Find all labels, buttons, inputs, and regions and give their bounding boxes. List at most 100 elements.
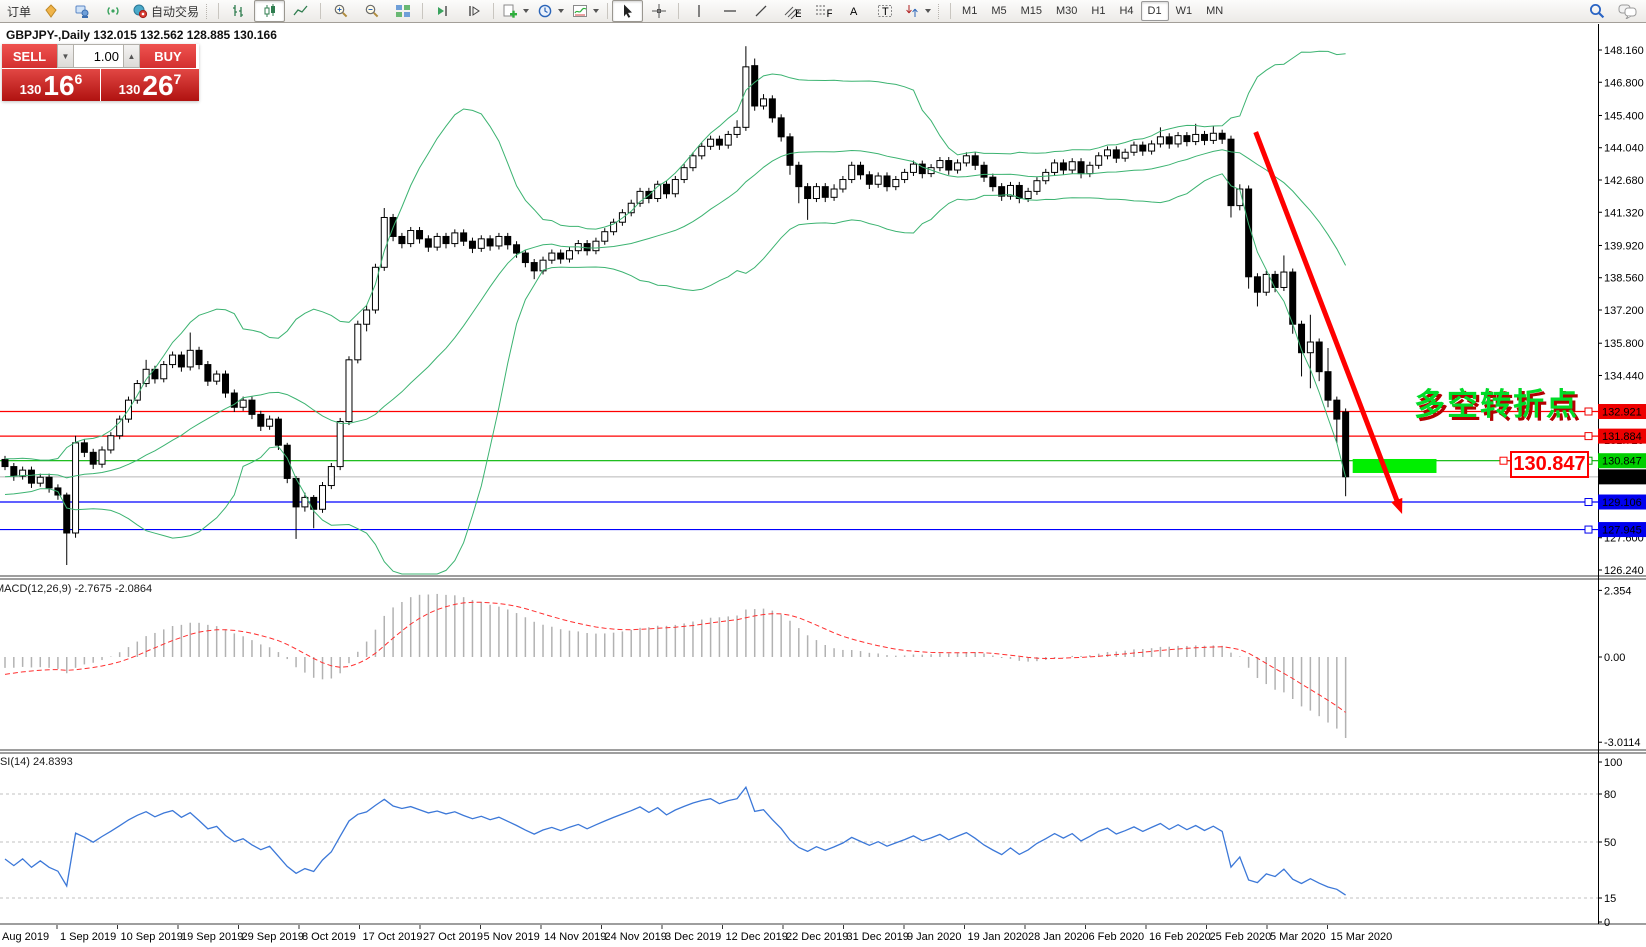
period-clock-button[interactable] — [533, 0, 568, 22]
svg-text:T: T — [882, 6, 889, 18]
chart-canvas[interactable]: 148.160146.800145.400144.040142.680141.3… — [0, 0, 1646, 947]
buy-price-prefix: 130 — [119, 82, 141, 97]
svg-text:9 Jan 2020: 9 Jan 2020 — [907, 931, 961, 943]
arrows-caret-icon — [925, 9, 931, 13]
volume-input[interactable] — [74, 44, 123, 68]
text-tool[interactable]: A — [838, 0, 869, 22]
sell-price-main: 16 — [43, 73, 74, 99]
zoom-in-button[interactable] — [325, 0, 356, 22]
svg-text:0: 0 — [1604, 917, 1610, 929]
svg-text:135.800: 135.800 — [1604, 338, 1644, 350]
svg-text:130.847: 130.847 — [1602, 456, 1642, 468]
timeframe-d1-button[interactable]: D1 — [1141, 1, 1169, 21]
arrows-tool[interactable] — [900, 0, 935, 22]
auto-trade-icon — [132, 3, 148, 19]
main-toolbar: 订单 自动交易 E F A T M1M5M15M30H1H4D1W1MN — [0, 0, 1646, 23]
svg-text:50: 50 — [1604, 837, 1616, 849]
cursor-button[interactable] — [612, 0, 643, 22]
svg-text:-3.0114: -3.0114 — [1604, 737, 1641, 749]
crosshair-button[interactable] — [643, 0, 674, 22]
svg-text:141.320: 141.320 — [1604, 207, 1644, 219]
trendline-tool[interactable] — [745, 0, 776, 22]
svg-text:148.160: 148.160 — [1604, 45, 1644, 57]
rsi-indicator-label: RSI(14) 24.8393 — [0, 756, 73, 768]
timeframe-h1-button[interactable]: H1 — [1084, 1, 1112, 21]
volume-decrease-button[interactable]: ▼ — [57, 44, 74, 68]
buy-price-button[interactable]: 130 26 7 — [101, 69, 199, 101]
horizontal-line-tool[interactable] — [714, 0, 745, 22]
buy-price-sup: 7 — [174, 71, 182, 87]
svg-text:144.040: 144.040 — [1604, 143, 1644, 155]
bar-chart-button[interactable] — [223, 0, 254, 22]
svg-text:F: F — [826, 8, 832, 19]
svg-text:29 Sep 2019: 29 Sep 2019 — [242, 931, 304, 943]
timeframe-m5-button[interactable]: M5 — [984, 1, 1013, 21]
chart-annotation-text[interactable]: 多空转折点 — [1414, 379, 1579, 424]
line-chart-button[interactable] — [285, 0, 316, 22]
volume-increase-button[interactable]: ▲ — [123, 44, 140, 68]
svg-text:Aug 2019: Aug 2019 — [2, 931, 49, 943]
indicators-caret-icon — [593, 9, 599, 13]
svg-text:16 Feb 2020: 16 Feb 2020 — [1149, 931, 1211, 943]
svg-text:137.200: 137.200 — [1604, 305, 1644, 317]
svg-text:15: 15 — [1604, 893, 1616, 905]
svg-text:28 Jan 2020: 28 Jan 2020 — [1028, 931, 1089, 943]
price-level-box[interactable]: 130.847 — [1510, 451, 1589, 478]
svg-text:131.884: 131.884 — [1602, 431, 1642, 443]
account-icon[interactable] — [66, 0, 97, 22]
auto-scroll-button[interactable] — [427, 0, 458, 22]
svg-text:132.921: 132.921 — [1602, 407, 1642, 419]
svg-text:139.920: 139.920 — [1604, 240, 1644, 252]
label-tool[interactable]: T — [869, 0, 900, 22]
svg-text:130.166: 130.166 — [1602, 472, 1642, 484]
svg-text:6 Feb 2020: 6 Feb 2020 — [1089, 931, 1145, 943]
auto-trade-label: 自动交易 — [151, 3, 199, 20]
order-button-label: 订单 — [7, 3, 31, 20]
timeframe-h4-button[interactable]: H4 — [1112, 1, 1140, 21]
svg-text:134.440: 134.440 — [1604, 370, 1644, 382]
channel-tool[interactable]: E — [776, 0, 807, 22]
chart-title: GBPJPY-,Daily 132.015 132.562 128.885 13… — [6, 28, 277, 42]
timeframe-m30-button[interactable]: M30 — [1049, 1, 1084, 21]
sell-price-button[interactable]: 130 16 6 — [2, 69, 100, 101]
svg-text:14 Nov 2019: 14 Nov 2019 — [544, 931, 606, 943]
signal-icon[interactable] — [97, 0, 128, 22]
timeframe-m1-button[interactable]: M1 — [955, 1, 984, 21]
svg-text:27 Oct 2019: 27 Oct 2019 — [423, 931, 483, 943]
auto-trade-button[interactable]: 自动交易 — [128, 0, 203, 22]
svg-text:31 Dec 2019: 31 Dec 2019 — [847, 931, 909, 943]
candle-chart-button[interactable] — [254, 0, 285, 22]
svg-text:15 Mar 2020: 15 Mar 2020 — [1331, 931, 1393, 943]
svg-text:24 Nov 2019: 24 Nov 2019 — [605, 931, 667, 943]
indicators-button[interactable] — [568, 0, 603, 22]
deposit-icon[interactable] — [35, 0, 66, 22]
svg-text:10 Sep 2019: 10 Sep 2019 — [121, 931, 183, 943]
svg-text:126.240: 126.240 — [1604, 565, 1644, 577]
svg-text:129.106: 129.106 — [1602, 497, 1642, 509]
svg-text:17 Oct 2019: 17 Oct 2019 — [363, 931, 423, 943]
svg-text:8 Oct 2019: 8 Oct 2019 — [302, 931, 356, 943]
svg-text:127.945: 127.945 — [1602, 525, 1642, 537]
one-click-trading-panel: SELL ▼ ▲ BUY 130 16 6 130 26 7 — [2, 44, 199, 101]
timeframe-w1-button[interactable]: W1 — [1169, 1, 1200, 21]
new-order-caret-icon — [523, 9, 529, 13]
buy-button[interactable]: BUY — [140, 44, 196, 68]
svg-text:3 Dec 2019: 3 Dec 2019 — [665, 931, 721, 943]
vertical-line-tool[interactable] — [683, 0, 714, 22]
fibonacci-tool[interactable]: F — [807, 0, 838, 22]
order-button[interactable]: 订单 — [3, 0, 35, 22]
sell-button[interactable]: SELL — [2, 44, 57, 68]
svg-text:145.400: 145.400 — [1604, 110, 1644, 122]
svg-text:1 Sep 2019: 1 Sep 2019 — [60, 931, 116, 943]
chat-button[interactable] — [1612, 0, 1643, 22]
svg-text:146.800: 146.800 — [1604, 77, 1644, 89]
new-order-button[interactable] — [498, 0, 533, 22]
sell-price-prefix: 130 — [20, 82, 42, 97]
search-button[interactable] — [1581, 0, 1612, 22]
tile-windows-button[interactable] — [387, 0, 418, 22]
timeframe-m15-button[interactable]: M15 — [1014, 1, 1049, 21]
timeframe-mn-button[interactable]: MN — [1199, 1, 1230, 21]
chart-shift-button[interactable] — [458, 0, 489, 22]
support-highlight-rect[interactable] — [1353, 459, 1437, 473]
zoom-out-button[interactable] — [356, 0, 387, 22]
